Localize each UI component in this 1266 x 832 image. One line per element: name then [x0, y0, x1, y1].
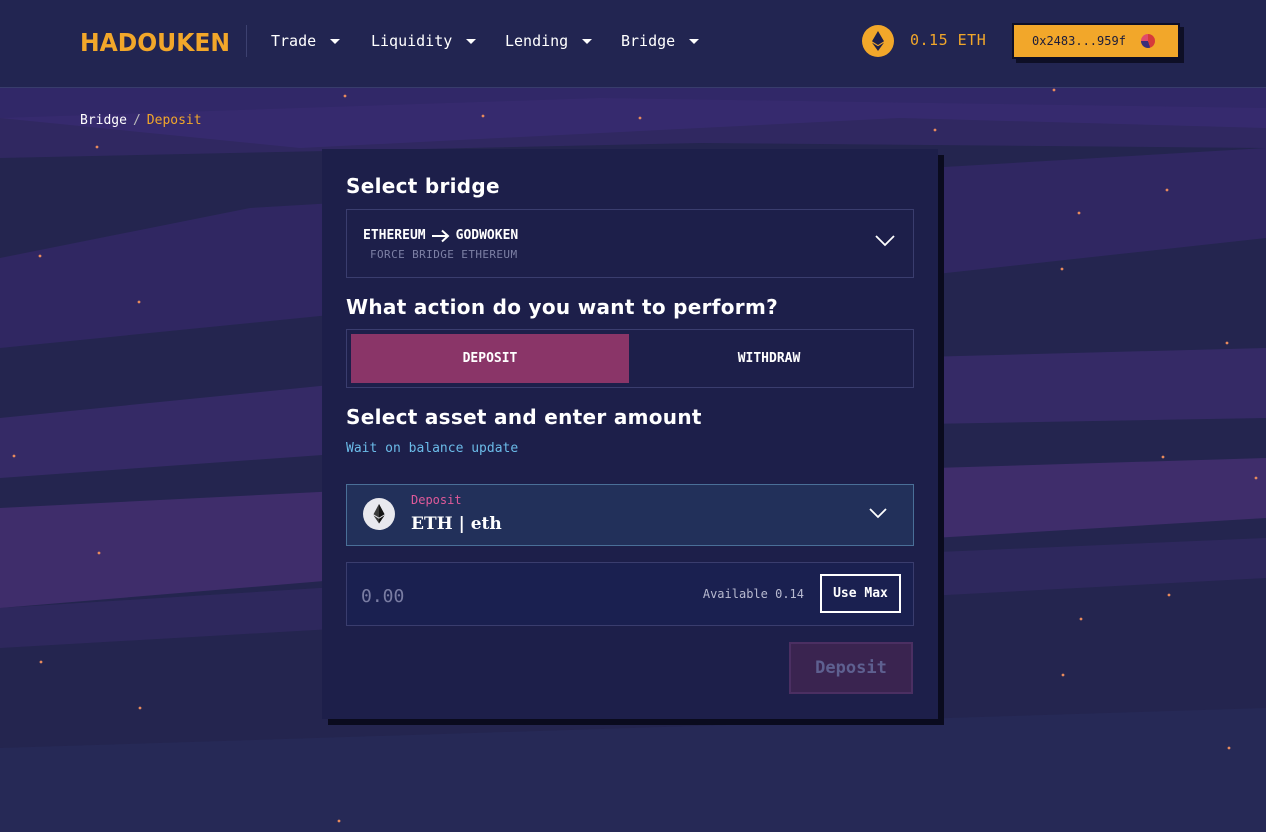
hadouken-logo[interactable]: HADOUKEN: [80, 26, 232, 56]
nav-bridge[interactable]: Bridge: [621, 31, 700, 51]
wait-balance-text: Wait on balance update: [346, 441, 519, 456]
bridge-from: ETHEREUM: [363, 228, 426, 243]
bridge-route: ETHEREUM GODWOKEN: [363, 228, 518, 243]
caret-down-icon: [582, 38, 593, 44]
wallet-address: 0x2483...959f: [1032, 34, 1126, 48]
use-max-button[interactable]: Use Max: [820, 574, 901, 613]
bridge-subtitle: FORCE BRIDGE ETHEREUM: [370, 248, 518, 261]
bridge-to: GODWOKEN: [455, 228, 519, 243]
action-toggle: DEPOSIT WITHDRAW: [346, 329, 914, 388]
tab-deposit[interactable]: DEPOSIT: [351, 334, 629, 383]
nav-lending[interactable]: Lending: [505, 31, 593, 51]
wallet-button[interactable]: 0x2483...959f: [1012, 23, 1180, 59]
svg-text:HADOUKEN: HADOUKEN: [80, 28, 230, 56]
eth-token-icon: [363, 498, 395, 530]
available-balance: Available 0.14: [702, 587, 804, 601]
logo-divider: [246, 25, 247, 57]
bridge-select[interactable]: ETHEREUM GODWOKEN FORCE BRIDGE ETHEREUM: [346, 209, 914, 278]
caret-down-icon: [330, 38, 341, 44]
caret-down-icon: [689, 38, 700, 44]
breadcrumb-separator: /: [132, 113, 141, 128]
amount-input[interactable]: [359, 581, 663, 611]
wallet-avatar-icon: [1141, 34, 1155, 48]
chevron-down-icon: [869, 508, 887, 519]
tab-withdraw[interactable]: WITHDRAW: [629, 334, 909, 383]
nav-liquidity[interactable]: Liquidity: [371, 31, 477, 51]
nav-trade[interactable]: Trade: [271, 31, 341, 51]
breadcrumb: Bridge / Deposit: [80, 113, 202, 128]
asset-title: Select asset and enter amount: [346, 405, 702, 429]
arrow-right-icon: [431, 229, 450, 242]
deposit-submit-button[interactable]: Deposit: [789, 642, 913, 694]
amount-box: Available 0.14 Use Max: [346, 562, 914, 626]
bridge-card: Select bridge ETHEREUM GODWOKEN FORCE BR…: [322, 149, 938, 719]
asset-select[interactable]: Deposit ETH | eth: [346, 484, 914, 546]
ethereum-icon: [862, 25, 894, 57]
nav-lending-label: Lending: [505, 32, 569, 50]
breadcrumb-bridge-link[interactable]: Bridge: [80, 113, 127, 128]
nav-bridge-label: Bridge: [621, 32, 676, 50]
top-navbar: HADOUKEN Trade Liquidity Lending Bridge …: [0, 0, 1266, 88]
chevron-down-icon: [875, 235, 895, 247]
action-title: What action do you want to perform?: [346, 295, 779, 319]
nav-liquidity-label: Liquidity: [371, 32, 453, 50]
asset-direction-label: Deposit: [411, 493, 462, 507]
asset-name: ETH | eth: [411, 514, 502, 534]
eth-balance: 0.15 ETH: [910, 31, 987, 49]
select-bridge-title: Select bridge: [346, 174, 500, 198]
breadcrumb-current: Deposit: [146, 113, 202, 128]
caret-down-icon: [466, 38, 477, 44]
nav-trade-label: Trade: [271, 32, 317, 50]
